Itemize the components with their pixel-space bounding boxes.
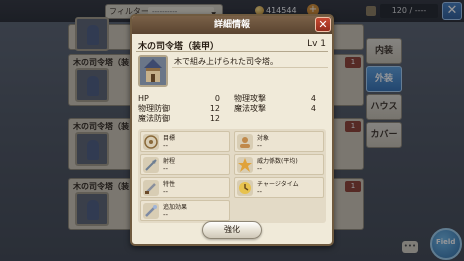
attr-effect: 追加効果 -- — [140, 200, 230, 221]
detail-dialog: 詳細情報 ✕ 木の司令塔（装甲） Lv 1 木で組み上げられた司令塔。 HP 0… — [130, 14, 334, 246]
trait-icon — [143, 180, 159, 196]
item-image — [138, 55, 168, 87]
stat-physical-defense: 物理防御 12 — [138, 104, 220, 113]
divider — [172, 67, 328, 68]
tower-icon — [140, 57, 166, 85]
charge-icon — [237, 180, 253, 196]
attr-trait: 特性 -- — [140, 177, 230, 198]
stat-magic-attack: 魔法攻撃 4 — [234, 104, 316, 113]
stats-block: HP 0 物理攻撃 4 物理防御 12 魔法攻撃 4 魔法防御 12 — [138, 94, 326, 126]
item-description: 木で組み上げられた司令塔。 — [174, 57, 278, 66]
item-level: Lv 1 — [307, 39, 326, 49]
attr-range: 射程 -- — [140, 154, 230, 175]
enhance-button[interactable]: 強化 — [202, 221, 262, 239]
range-icon — [143, 157, 159, 173]
dialog-title: 詳細情報 — [132, 16, 332, 34]
attr-target: 目標 -- — [140, 131, 230, 152]
attribute-grid: 目標 -- 対象 -- 射程 -- 威力係数(平均) -- 特性 -- チャージ… — [138, 129, 326, 223]
stat-physical-attack: 物理攻撃 4 — [234, 94, 316, 103]
close-button[interactable]: ✕ — [315, 17, 331, 32]
effect-icon — [143, 203, 159, 219]
attr-charge: チャージタイム -- — [234, 177, 324, 198]
divider — [136, 51, 328, 52]
attr-subject: 対象 -- — [234, 131, 324, 152]
stat-hp: HP 0 — [138, 94, 220, 103]
target-icon — [143, 134, 159, 150]
power-icon — [237, 157, 253, 173]
subject-icon — [237, 134, 253, 150]
attr-power: 威力係数(平均) -- — [234, 154, 324, 175]
stat-magic-defense: 魔法防御 12 — [138, 114, 220, 123]
